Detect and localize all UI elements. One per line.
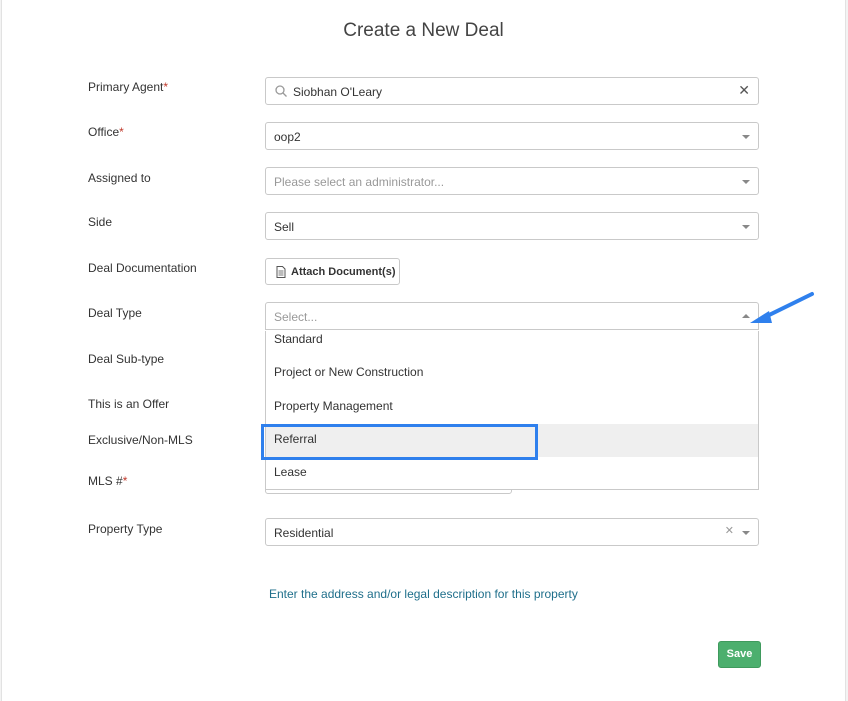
deal-type-placeholder: Select...: [274, 310, 318, 324]
option-label: Lease: [274, 465, 307, 479]
assigned-to-placeholder: Please select an administrator...: [274, 175, 445, 189]
deal-type-dropdown: Standard Project or New Construction Pro…: [265, 331, 759, 490]
property-type-select[interactable]: Residential ✕: [265, 518, 759, 546]
address-link[interactable]: Enter the address and/or legal descripti…: [269, 587, 578, 601]
offer-label: This is an Offer: [88, 397, 170, 411]
required-marker: *: [122, 474, 128, 488]
dropdown-option[interactable]: Project or New Construction: [266, 357, 758, 390]
mls-label: MLS #*: [88, 474, 127, 488]
close-icon[interactable]: ✕: [725, 526, 734, 537]
office-value: oop2: [274, 130, 301, 144]
assigned-to-select[interactable]: Please select an administrator...: [265, 167, 759, 195]
property-type-value: Residential: [274, 526, 334, 540]
deal-documentation-label: Deal Documentation: [88, 261, 197, 275]
dropdown-option[interactable]: Property Management: [266, 391, 758, 424]
side-select[interactable]: Sell: [265, 212, 759, 240]
primary-agent-label-text: Primary Agent: [88, 80, 164, 94]
required-marker: *: [163, 80, 169, 94]
option-label: Project or New Construction: [274, 365, 424, 379]
save-button[interactable]: Save: [718, 641, 761, 668]
office-label-text: Office: [88, 125, 120, 139]
deal-sub-type-label: Deal Sub-type: [88, 352, 165, 366]
primary-agent-value: Siobhan O'Leary: [293, 85, 383, 99]
referral-highlight-box: [261, 424, 538, 460]
arrow-icon: [747, 290, 817, 335]
option-label: Property Management: [274, 399, 393, 413]
side-label: Side: [88, 215, 113, 229]
assigned-to-label: Assigned to: [88, 171, 151, 185]
chevron-down-icon: [742, 135, 750, 139]
required-marker: *: [119, 125, 124, 139]
office-select[interactable]: oop2: [265, 122, 759, 150]
office-label: Office*: [88, 125, 124, 139]
attach-document-button[interactable]: Attach Document(s): [265, 258, 400, 285]
primary-agent-label: Primary Agent*: [88, 80, 168, 94]
side-value: Sell: [274, 220, 295, 234]
chevron-down-icon: [742, 180, 750, 184]
deal-type-label: Deal Type: [88, 306, 142, 320]
exclusive-label: Exclusive/Non-MLS: [88, 433, 193, 447]
dropdown-option[interactable]: Standard: [266, 324, 758, 357]
property-type-label: Property Type: [88, 522, 163, 536]
document-icon: [276, 266, 286, 281]
primary-agent-field[interactable]: Siobhan O'Leary ✕: [265, 77, 759, 105]
chevron-down-icon: [742, 225, 750, 229]
page-title: Create a New Deal: [343, 20, 504, 41]
attach-document-label: Attach Document(s): [291, 266, 396, 278]
chevron-down-icon: [742, 531, 750, 535]
search-icon: [274, 84, 288, 101]
option-label: Standard: [274, 332, 323, 346]
deal-form-panel: Create a New Deal Primary Agent* Siobhan…: [1, 0, 846, 701]
mls-label-text: MLS #: [88, 474, 123, 488]
close-icon[interactable]: ✕: [738, 83, 750, 97]
dropdown-option[interactable]: Lease: [266, 457, 758, 490]
